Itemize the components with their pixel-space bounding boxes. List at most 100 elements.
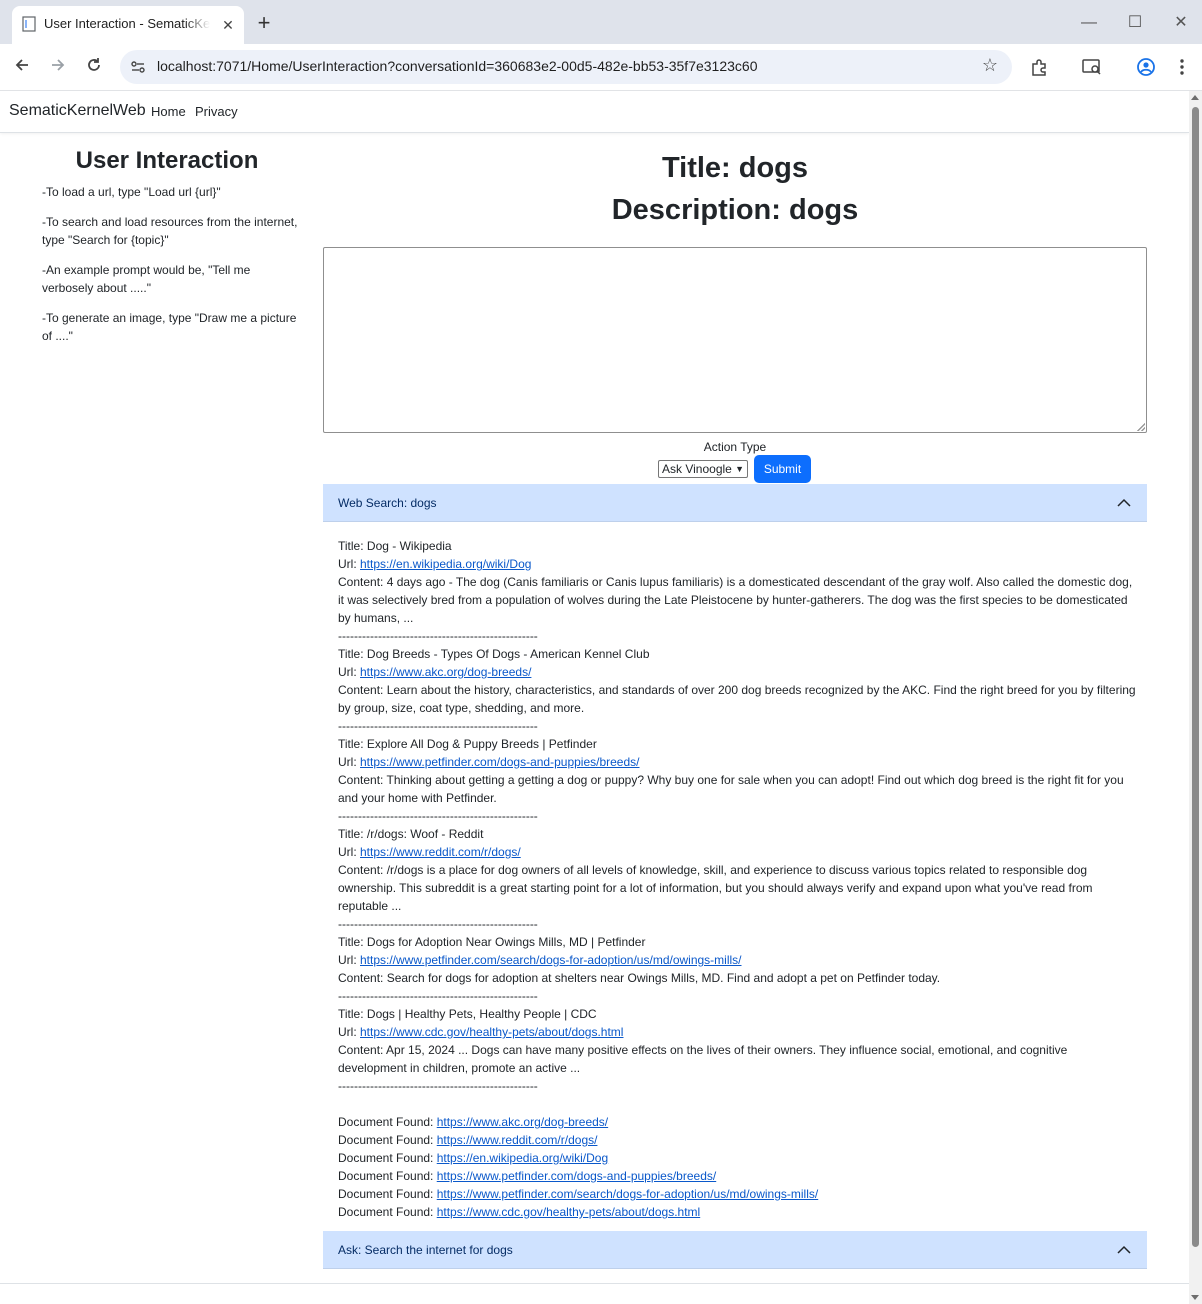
ask-accordion-header[interactable]: Ask: Search the internet for dogs	[323, 1231, 1147, 1269]
ask-header-label: Ask: Search the internet for dogs	[338, 1243, 513, 1257]
chevron-down-icon: ▼	[735, 464, 744, 474]
nav-privacy[interactable]: Privacy	[195, 104, 238, 119]
result-title: Title: Dog Breeds - Types Of Dogs - Amer…	[338, 645, 1138, 663]
result-url: Url: https://www.petfinder.com/dogs-and-…	[338, 753, 1138, 771]
page-scrollbar[interactable]	[1189, 91, 1202, 1304]
result-url: Url: https://www.reddit.com/r/dogs/	[338, 843, 1138, 861]
result-url-prefix: Url:	[338, 953, 360, 967]
web-search-results: Title: Dog - Wikipedia Url: https://en.wi…	[338, 537, 1138, 1221]
profile-icon[interactable]	[1132, 53, 1160, 81]
scroll-down-icon[interactable]	[1191, 1295, 1199, 1300]
page-viewport: SematicKernelWeb Home Privacy User Inter…	[0, 91, 1189, 1304]
result-content-value: 4 days ago - The dog (Canis familiaris o…	[338, 575, 1133, 625]
result-url-link[interactable]: https://www.reddit.com/r/dogs/	[360, 845, 521, 859]
sidebar-tip: -An example prompt would be, "Tell me ve…	[42, 263, 251, 295]
scroll-up-icon[interactable]	[1191, 95, 1199, 100]
search-result: Title: Dog Breeds - Types Of Dogs - Amer…	[338, 645, 1138, 735]
result-content-value: Learn about the history, characteristics…	[338, 683, 1136, 715]
result-separator: ----------------------------------------…	[338, 989, 538, 1003]
forward-icon[interactable]	[44, 53, 72, 81]
result-content-value: Search for dogs for adoption at shelters…	[386, 971, 941, 985]
document-found: Document Found: https://www.akc.org/dog-…	[338, 1113, 1138, 1131]
browser-tab[interactable]: User Interaction - SematicKernelWeb ✕	[12, 6, 244, 44]
chevron-up-icon	[1117, 1243, 1131, 1257]
result-url-prefix: Url:	[338, 845, 360, 859]
result-url-prefix: Url:	[338, 665, 360, 679]
search-result: Title: Dogs for Adoption Near Owings Mil…	[338, 933, 1138, 1005]
address-bar[interactable]: localhost:7071/Home/UserInteraction?conv…	[120, 50, 1012, 84]
document-found-link[interactable]: https://www.akc.org/dog-breeds/	[437, 1115, 608, 1129]
result-url-link[interactable]: https://en.wikipedia.org/wiki/Dog	[360, 557, 531, 571]
result-content-value: Thinking about getting a getting a dog o…	[338, 773, 1124, 805]
divider	[0, 1283, 1189, 1284]
document-found-link[interactable]: https://en.wikipedia.org/wiki/Dog	[437, 1151, 608, 1165]
result-title: Title: Dogs | Healthy Pets, Healthy Peop…	[338, 1005, 1138, 1023]
extensions-icon[interactable]	[1025, 53, 1053, 81]
document-found-link[interactable]: https://www.petfinder.com/dogs-and-puppi…	[437, 1169, 717, 1183]
search-result: Title: /r/dogs: Woof - Reddit Url: https:…	[338, 825, 1138, 933]
result-url-prefix: Url:	[338, 1025, 360, 1039]
prompt-textarea[interactable]	[323, 247, 1147, 433]
result-title-prefix: Title:	[338, 737, 367, 751]
scrollbar-thumb[interactable]	[1192, 107, 1199, 1247]
sidebar-title: User Interaction	[75, 147, 259, 174]
web-search-accordion-header[interactable]: Web Search: dogs	[323, 484, 1147, 522]
menu-icon[interactable]	[1168, 53, 1196, 81]
tab-title: User Interaction - SematicKernelWeb	[44, 16, 210, 31]
result-url-link[interactable]: https://www.petfinder.com/search/dogs-fo…	[360, 953, 742, 967]
result-content-prefix: Content:	[338, 773, 387, 787]
nav-home[interactable]: Home	[151, 104, 186, 119]
document-found: Document Found: https://www.cdc.gov/heal…	[338, 1203, 1138, 1221]
document-found-prefix: Document Found:	[338, 1133, 437, 1147]
minimize-icon[interactable]: —	[1074, 8, 1104, 38]
result-url: Url: https://www.cdc.gov/healthy-pets/ab…	[338, 1023, 1138, 1041]
result-url: Url: https://www.petfinder.com/search/do…	[338, 951, 1138, 969]
result-content-value: Apr 15, 2024 ... Dogs can have many posi…	[338, 1043, 1068, 1075]
result-separator: ----------------------------------------…	[338, 719, 538, 733]
document-found: Document Found: https://www.petfinder.co…	[338, 1185, 1138, 1203]
result-separator: ----------------------------------------…	[338, 917, 538, 931]
documents-found-list: Document Found: https://www.akc.org/dog-…	[338, 1113, 1138, 1221]
result-content: Content: Learn about the history, charac…	[338, 681, 1138, 717]
sidebar-tip: -To search and load resources from the i…	[42, 215, 298, 247]
maximize-icon[interactable]: ☐	[1120, 8, 1150, 38]
document-found-link[interactable]: https://www.cdc.gov/healthy-pets/about/d…	[437, 1205, 700, 1219]
brand-link[interactable]: SematicKernelWeb	[9, 102, 146, 120]
result-url-link[interactable]: https://www.akc.org/dog-breeds/	[360, 665, 531, 679]
result-title-prefix: Title:	[338, 539, 367, 553]
document-found-prefix: Document Found:	[338, 1205, 437, 1219]
resize-handle[interactable]	[1137, 423, 1145, 431]
result-title-value: /r/dogs: Woof - Reddit	[366, 827, 484, 841]
close-window-icon[interactable]: ✕	[1166, 8, 1196, 38]
plus-icon[interactable]: +	[252, 12, 276, 36]
action-type-select[interactable]: Ask Vinoogle ▼	[658, 460, 748, 478]
close-icon[interactable]: ✕	[218, 15, 238, 35]
result-url-link[interactable]: https://www.cdc.gov/healthy-pets/about/d…	[360, 1025, 623, 1039]
search-result: Title: Explore All Dog & Puppy Breeds | …	[338, 735, 1138, 825]
result-content-value: /r/dogs is a place for dog owners of all…	[338, 863, 1093, 913]
action-type-label: Action Type	[703, 440, 767, 454]
back-icon[interactable]	[8, 53, 36, 81]
action-type-value: Ask Vinoogle	[662, 462, 732, 476]
site-info-icon[interactable]	[128, 57, 148, 77]
submit-button[interactable]: Submit	[754, 455, 811, 483]
document-found-link[interactable]: https://www.petfinder.com/search/dogs-fo…	[437, 1187, 819, 1201]
result-title: Title: Explore All Dog & Puppy Breeds | …	[338, 735, 1138, 753]
document-found-link[interactable]: https://www.reddit.com/r/dogs/	[437, 1133, 598, 1147]
result-content-prefix: Content:	[338, 863, 387, 877]
result-content-prefix: Content:	[338, 683, 387, 697]
chevron-up-icon	[1117, 496, 1131, 510]
result-url-link[interactable]: https://www.petfinder.com/dogs-and-puppi…	[360, 755, 640, 769]
document-found-prefix: Document Found:	[338, 1151, 437, 1165]
result-title-prefix: Title:	[338, 935, 367, 949]
url-text[interactable]: localhost:7071/Home/UserInteraction?conv…	[157, 58, 757, 74]
page-description: Description: dogs	[611, 194, 859, 226]
result-title: Title: /r/dogs: Woof - Reddit	[338, 825, 1138, 843]
sidebar-tip: -To generate an image, type "Draw me a p…	[42, 311, 297, 343]
result-content-prefix: Content:	[338, 1043, 387, 1057]
reload-icon[interactable]	[80, 53, 108, 81]
result-url-prefix: Url:	[338, 557, 360, 571]
cast-search-icon[interactable]	[1078, 53, 1106, 81]
result-content: Content: Apr 15, 2024 ... Dogs can have …	[338, 1041, 1138, 1077]
star-icon[interactable]: ☆	[982, 55, 998, 76]
